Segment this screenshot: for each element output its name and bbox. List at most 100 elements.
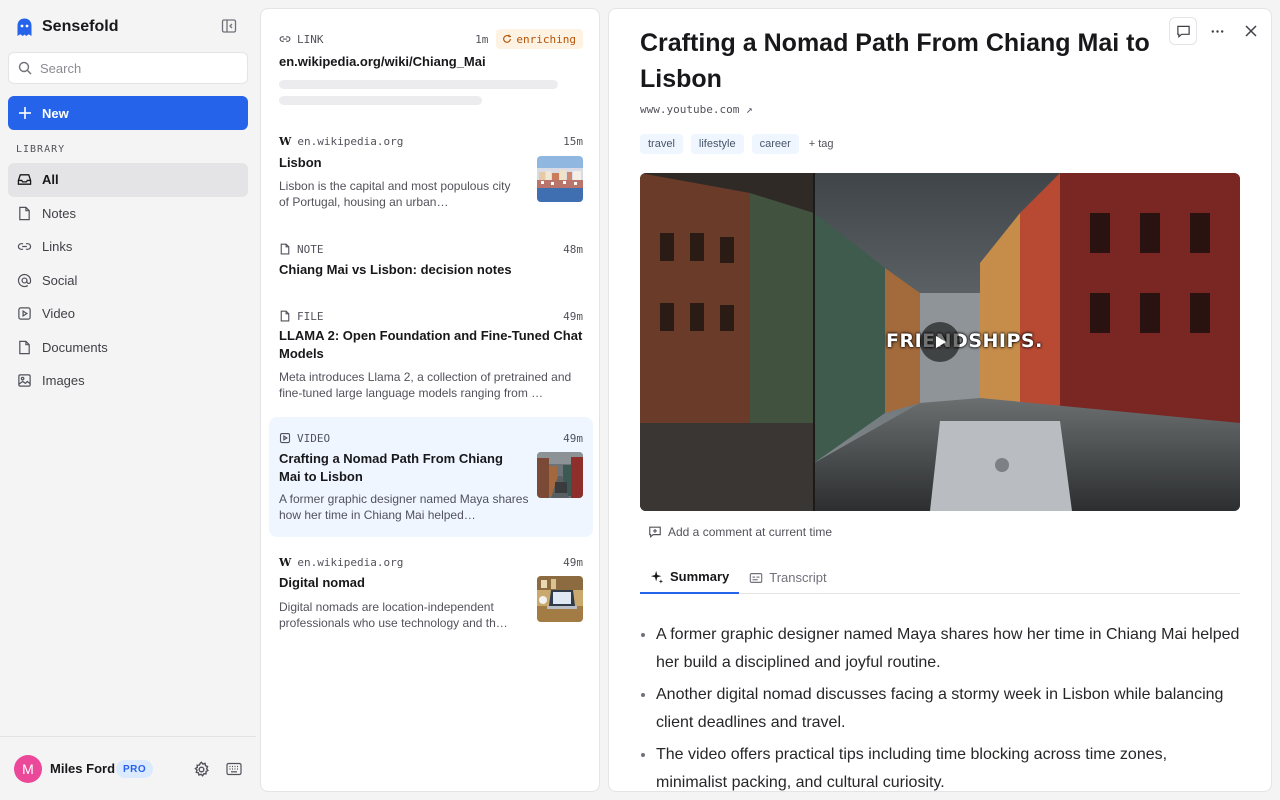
sidebar-item-social[interactable]: Social (8, 264, 248, 298)
brand[interactable]: Sensefold (16, 16, 118, 38)
search-icon (18, 61, 32, 75)
sidebar-item-documents[interactable]: Documents (8, 331, 248, 365)
item-meta: LINK (279, 31, 324, 47)
wikipedia-icon: W (279, 555, 292, 569)
file-icon (280, 243, 290, 255)
sidebar-item-all[interactable]: All (8, 163, 248, 197)
summary-bullet: Another digital nomad discusses facing a… (640, 681, 1240, 737)
tab-transcript[interactable]: Transcript (739, 561, 836, 594)
at-icon (17, 273, 32, 287)
sidebar-item-label: All (42, 172, 59, 188)
video-player[interactable]: FRIENDSHIPS. (640, 173, 1240, 511)
more-options-button[interactable] (1203, 17, 1231, 45)
item-time: 49m (563, 309, 583, 323)
item-type: en.wikipedia.org (297, 134, 404, 148)
list-item[interactable]: W en.wikipedia.org 15m Lisbon Lisbon is … (269, 133, 593, 229)
item-time: 1m (475, 32, 489, 46)
list-item[interactable]: W en.wikipedia.org 49m Digital nomad Dig… (269, 554, 593, 644)
loading-skeleton (279, 96, 482, 105)
item-title: Crafting a Nomad Path From Chiang Mai to… (279, 451, 503, 484)
sidebar-item-label: Video (42, 306, 76, 322)
item-title: Lisbon (279, 155, 322, 170)
detail-panel: Crafting a Nomad Path From Chiang Mai to… (608, 8, 1272, 792)
refresh-icon (503, 34, 512, 43)
library-section-label: LIBRARY (16, 144, 66, 155)
item-time-wrap: 1m enriching (475, 29, 583, 49)
add-comment-icon (649, 526, 661, 539)
wikipedia-icon: W (279, 134, 292, 148)
tag-chip[interactable]: career (751, 134, 799, 154)
video-icon (279, 432, 291, 444)
app-name: Sensefold (42, 18, 119, 35)
sidebar-toggle-icon (221, 19, 237, 33)
gear-icon[interactable] (193, 761, 210, 778)
item-description: Lisbon is the capital and most populous … (279, 179, 511, 209)
tab-summary[interactable]: Summary (640, 561, 740, 594)
avatar[interactable]: M (14, 755, 42, 783)
sidebar-item-links[interactable]: Links (8, 230, 248, 264)
new-button[interactable]: New (8, 96, 248, 130)
add-tag-label: tag (818, 138, 834, 150)
file-icon (19, 206, 30, 220)
play-button[interactable] (920, 322, 960, 362)
play-icon (936, 336, 946, 348)
sidebar: Sensefold New LIBRARY All Notes (0, 0, 256, 800)
sidebar-item-video[interactable]: Video (8, 297, 248, 331)
collapse-sidebar-button[interactable] (220, 17, 238, 35)
item-time: 48m (563, 242, 583, 256)
search-input[interactable] (40, 60, 230, 76)
source-link[interactable]: www.youtube.com ↗ (640, 103, 753, 116)
document-icon (19, 340, 30, 354)
sidebar-item-notes[interactable]: Notes (8, 197, 248, 231)
item-meta: NOTE (279, 241, 324, 257)
plus-icon: + (808, 138, 816, 150)
plus-icon (19, 107, 31, 119)
new-button-label: New (42, 105, 69, 121)
list-item[interactable]: LINK 1m enriching en.wikipedia.org/wiki/… (269, 29, 593, 129)
link-icon (17, 243, 32, 251)
tag-list: travel lifestyle career + tag (640, 134, 834, 154)
item-meta: FILE (279, 308, 324, 324)
comments-button[interactable] (1169, 17, 1197, 45)
user-name[interactable]: Miles Ford (50, 761, 115, 776)
item-time: 49m (563, 555, 583, 569)
list-item[interactable]: VIDEO 49m Crafting a Nomad Path From Chi… (269, 417, 593, 537)
close-button[interactable] (1237, 17, 1265, 45)
item-type: VIDEO (297, 431, 331, 445)
item-type: LINK (297, 32, 324, 46)
add-comment-button[interactable]: Add a comment at current time (648, 525, 832, 539)
add-tag-button[interactable]: + tag (809, 138, 834, 150)
sidebar-item-images[interactable]: Images (8, 364, 248, 398)
inbox-icon (17, 174, 32, 186)
ghost-logo-icon (17, 18, 32, 36)
item-time: 15m (563, 134, 583, 148)
library-nav: All Notes Links Social Video Documents I… (8, 163, 248, 398)
item-title: LLAMA 2: Open Foundation and Fine-Tuned … (279, 328, 583, 361)
sparkle-icon (650, 570, 664, 584)
captions-icon (749, 572, 763, 583)
page-title: Crafting a Nomad Path From Chiang Mai to… (640, 29, 1150, 93)
item-type: en.wikipedia.org (297, 555, 404, 569)
sidebar-item-label: Notes (42, 205, 76, 221)
list-item[interactable]: NOTE 48m Chiang Mai vs Lisbon: decision … (269, 241, 593, 291)
summary-list: A former graphic designer named Maya sha… (640, 621, 1240, 791)
sidebar-item-label: Social (42, 272, 78, 288)
video-caption: FRIENDSHIPS. (886, 330, 1043, 352)
item-title: Chiang Mai vs Lisbon: decision notes (279, 262, 512, 277)
link-icon (279, 36, 291, 42)
tag-chip[interactable]: travel (640, 134, 683, 154)
search-box[interactable] (8, 52, 248, 84)
item-meta: VIDEO (279, 430, 330, 446)
video-thumbnail (537, 452, 583, 498)
sidebar-item-label: Documents (42, 339, 108, 355)
item-list-panel: LINK 1m enriching en.wikipedia.org/wiki/… (260, 8, 600, 792)
tag-chip[interactable]: lifestyle (690, 134, 744, 154)
plan-badge: PRO (116, 760, 154, 778)
lisbon-thumbnail (537, 156, 583, 202)
keyboard-icon[interactable] (226, 762, 242, 776)
enriching-badge: enriching (496, 29, 583, 49)
tab-label: Summary (670, 569, 730, 584)
list-item[interactable]: FILE 49m LLAMA 2: Open Foundation and Fi… (269, 308, 593, 408)
sidebar-item-label: Links (42, 239, 73, 255)
item-type: NOTE (297, 242, 324, 256)
